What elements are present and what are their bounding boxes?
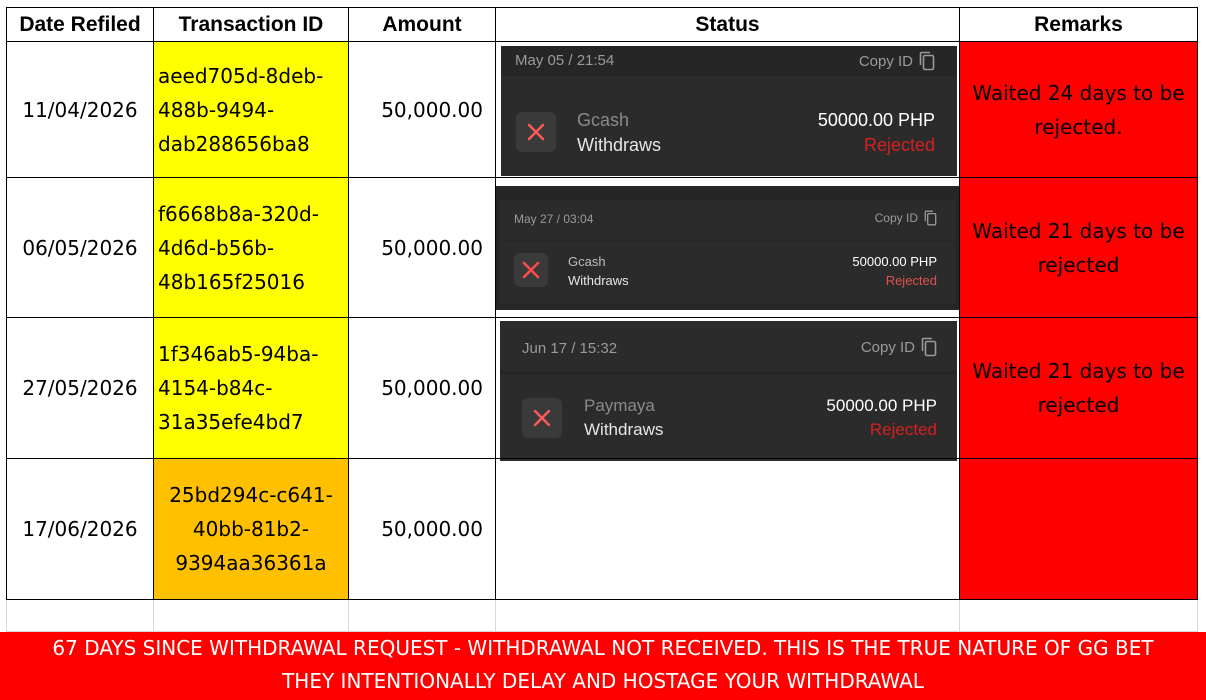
empty-row-gridline [1197, 600, 1198, 631]
status-timestamp: Jun 17 / 15:32 [522, 340, 618, 357]
x-mark-icon [533, 409, 551, 427]
transaction-id-line: 9394aa36361a [175, 551, 327, 575]
transaction-id-line: 4154-b84c- [158, 376, 273, 400]
remark-line: rejected. [1034, 114, 1123, 139]
table-border [6, 177, 1198, 178]
payment-provider: Gcash [568, 254, 606, 269]
rejected-status-icon [516, 112, 556, 152]
table-border [6, 599, 1198, 600]
status-amount: 50000.00 PHP [817, 110, 935, 130]
header-date: Date Refiled [19, 13, 141, 36]
header-status: Status [695, 13, 760, 36]
amount-cell: 50,000.00 [381, 235, 483, 260]
status-screenshot: May 05 / 21:54 Copy ID Gcash Withdraws 5… [501, 46, 957, 176]
transaction-id-line: f6668b8a-320d- [158, 201, 319, 226]
remark-line: Waited 21 days to be [972, 359, 1185, 383]
remark-line: rejected [1037, 252, 1120, 277]
payment-provider: Gcash [577, 110, 630, 130]
copy-id-button[interactable]: Copy ID [875, 210, 937, 226]
empty-row-gridline [959, 600, 960, 631]
header-remarks: Remarks [1034, 13, 1123, 36]
status-header-bar: May 27 / 03:04 Copy ID [499, 200, 955, 240]
warning-banner: 67 DAYS SINCE WITHDRAWAL REQUEST - WITHD… [0, 632, 1206, 700]
table-border [348, 7, 349, 600]
transaction-id-cell: aeed705d-8deb- 488b-9494- dab288656ba8 [154, 42, 348, 177]
table-border [495, 7, 496, 600]
transaction-id-cell: 1f346ab5-94ba- 4154-b84c- 31a35efe4bd7 [154, 318, 348, 458]
status-body: Gcash Withdraws 50000.00 PHP Rejected [499, 241, 955, 304]
date-cell: 17/06/2026 [22, 517, 138, 541]
status-rejected: Rejected [863, 135, 935, 155]
amount-cell: 50,000.00 [381, 376, 483, 400]
remark-line: Waited 21 days to be [972, 218, 1185, 243]
status-timestamp: May 05 / 21:54 [515, 52, 615, 69]
banner-line: 67 DAYS SINCE WITHDRAWAL REQUEST - WITHD… [52, 636, 1154, 660]
header-transaction-id: Transaction ID [178, 13, 324, 36]
transaction-id-cell: f6668b8a-320d- 4d6d-b56b- 48b165f25016 [154, 178, 348, 317]
transaction-id-line: 25bd294c-c641- [169, 483, 333, 507]
copy-icon [924, 210, 937, 226]
x-mark-icon [522, 261, 540, 279]
copy-icon [921, 337, 937, 357]
empty-row-gridline [6, 600, 7, 631]
date-cell: 11/04/2026 [22, 97, 138, 122]
status-body: Paymaya Withdraws 50000.00 PHP Rejected [500, 375, 957, 461]
date-cell: 27/05/2026 [22, 376, 138, 400]
status-screenshot: May 27 / 03:04 Copy ID Gcash Withdraws 5… [495, 186, 959, 310]
status-amount: 50000.00 PHP [852, 254, 937, 269]
status-screenshot: Jun 17 / 15:32 Copy ID Paymaya Withdraws… [500, 321, 957, 461]
transaction-id-line: aeed705d-8deb- [158, 63, 324, 88]
empty-row-gridline [348, 600, 349, 631]
header-amount: Amount [382, 13, 462, 36]
remarks-cell: Waited 21 days to be rejected [960, 318, 1197, 458]
copy-id-button[interactable]: Copy ID [861, 337, 937, 357]
transaction-id-line: 1f346ab5-94ba- [158, 342, 319, 366]
transaction-id-line: 4d6d-b56b- [158, 235, 275, 260]
table-border [6, 7, 7, 600]
status-rejected: Rejected [869, 420, 937, 439]
payment-provider: Paymaya [584, 396, 655, 415]
spreadsheet: Date Refiled Transaction ID Amount Statu… [0, 0, 1206, 700]
transaction-id-line: 488b-9494- [158, 97, 275, 122]
transaction-id-line: 40bb-81b2- [192, 517, 310, 541]
date-cell: 06/05/2026 [22, 235, 138, 260]
x-mark-icon [527, 123, 545, 141]
copy-id-label: Copy ID [860, 338, 915, 356]
amount-cell: 50,000.00 [381, 517, 483, 541]
remarks-cell: Waited 24 days to be rejected. [960, 42, 1197, 177]
status-header-bar: Jun 17 / 15:32 Copy ID [500, 321, 957, 371]
table-border [153, 7, 154, 600]
status-header-bar: May 05 / 21:54 Copy ID [501, 46, 957, 76]
empty-row-gridline [153, 600, 154, 631]
table-border [6, 41, 1198, 42]
table-border [6, 317, 1198, 318]
remark-line: Waited 24 days to be [972, 80, 1185, 105]
empty-row-gridline [495, 600, 496, 631]
table-border [1197, 7, 1198, 600]
table-border [6, 7, 1198, 8]
remark-line: rejected [1037, 393, 1120, 417]
amount-cell: 50,000.00 [381, 97, 483, 122]
remarks-cell [960, 459, 1197, 599]
transaction-id-line: 48b165f25016 [158, 269, 305, 294]
transaction-type: Withdraws [568, 273, 629, 288]
copy-icon [919, 51, 935, 71]
table-border [6, 458, 1198, 459]
transaction-id-cell: 25bd294c-c641- 40bb-81b2- 9394aa36361a [154, 459, 348, 599]
status-amount: 50000.00 PHP [826, 396, 937, 415]
transaction-id-line: dab288656ba8 [158, 131, 310, 156]
table-border [959, 7, 960, 600]
transaction-type: Withdraws [577, 135, 662, 155]
transaction-id-line: 31a35efe4bd7 [158, 410, 304, 434]
transaction-type: Withdraws [584, 420, 664, 439]
copy-id-button[interactable]: Copy ID [859, 51, 935, 71]
rejected-status-icon [514, 253, 548, 287]
copy-id-label: Copy ID [874, 211, 918, 225]
banner-line: THEY INTENTIONALLY DELAY AND HOSTAGE YOU… [282, 669, 924, 693]
remarks-cell: Waited 21 days to be rejected [960, 178, 1197, 317]
copy-id-label: Copy ID [858, 52, 913, 70]
status-rejected: Rejected [885, 273, 937, 288]
status-timestamp: May 27 / 03:04 [514, 212, 594, 226]
rejected-status-icon [522, 398, 562, 438]
